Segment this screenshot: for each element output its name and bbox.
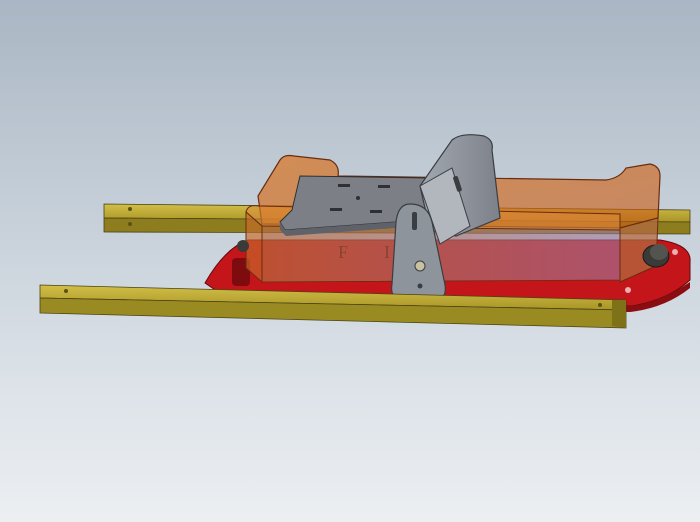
bracket-hole bbox=[417, 283, 423, 289]
inner-plate-slot bbox=[370, 210, 382, 213]
left-knob-icon[interactable] bbox=[237, 240, 249, 252]
bracket-screw-icon bbox=[414, 260, 426, 272]
engraved-letter: F bbox=[338, 242, 348, 262]
rail-back-hole bbox=[128, 222, 132, 226]
inner-plate-slot bbox=[378, 185, 390, 188]
cad-viewport[interactable]: F I bbox=[0, 0, 700, 522]
inner-plate-slot bbox=[330, 208, 342, 211]
base-plate-hole bbox=[672, 249, 678, 255]
rail-front-end-face bbox=[612, 300, 626, 328]
rail-back-hole bbox=[128, 207, 132, 211]
rail-front-hole bbox=[598, 303, 602, 307]
inner-plate-slot bbox=[338, 184, 350, 187]
knob-cap bbox=[650, 244, 668, 260]
engraved-letter: I bbox=[384, 242, 390, 262]
bracket-slot bbox=[412, 212, 417, 230]
rail-front-hole bbox=[64, 289, 68, 293]
assembly-model[interactable]: F I bbox=[0, 0, 700, 522]
inner-plate-hole bbox=[356, 196, 360, 200]
base-plate-hole bbox=[625, 287, 631, 293]
